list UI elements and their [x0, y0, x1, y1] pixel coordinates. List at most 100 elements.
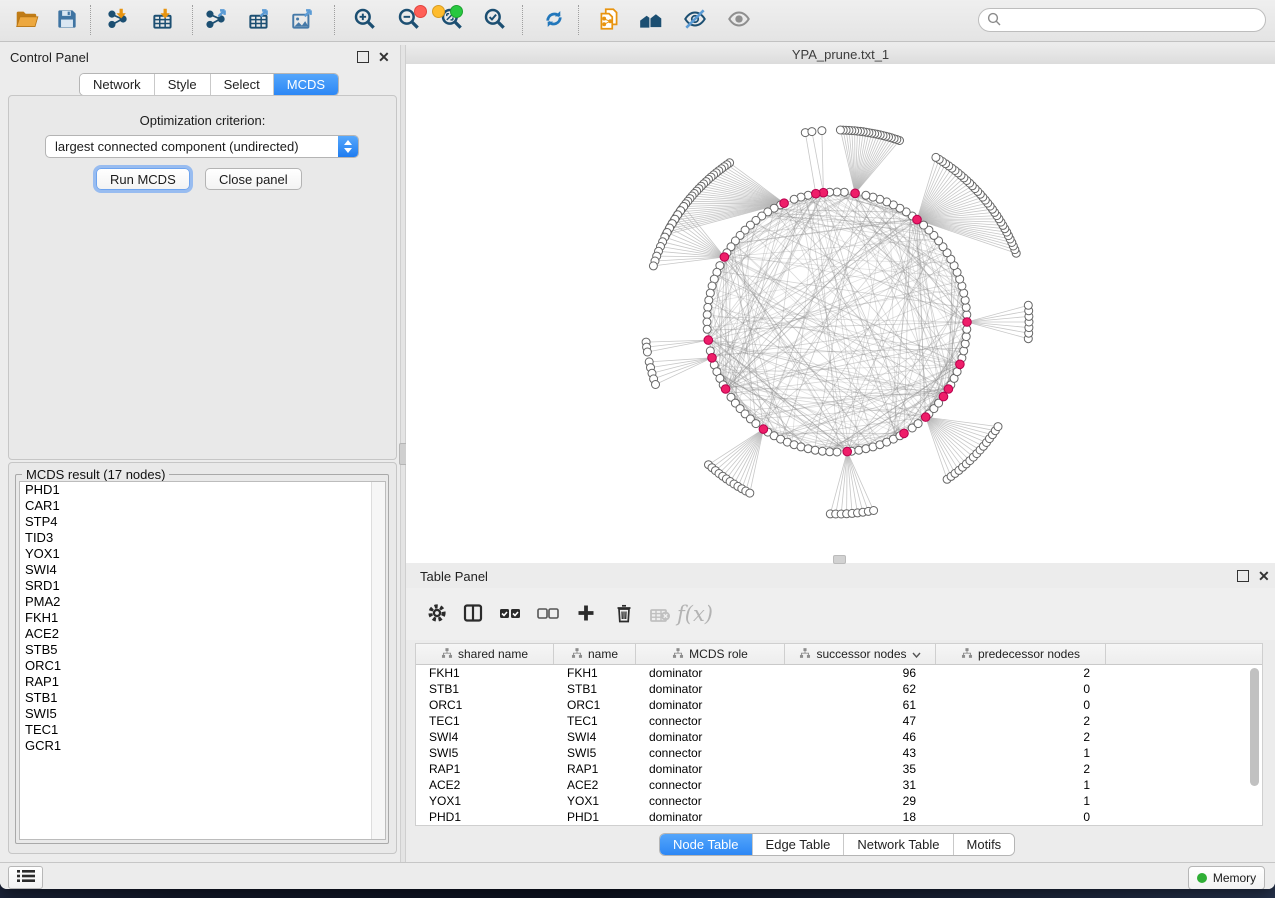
mcds-result-item[interactable]: STB5	[20, 642, 385, 658]
tab-select[interactable]: Select	[211, 74, 274, 95]
network-node[interactable]	[932, 153, 940, 161]
close-panel-button[interactable]: Close panel	[205, 168, 302, 190]
tab-node-table[interactable]: Node Table	[660, 834, 753, 855]
criterion-select[interactable]: largest connected component (undirected)	[45, 135, 359, 158]
mcds-node[interactable]	[780, 199, 789, 208]
search-input[interactable]	[1006, 12, 1265, 29]
mcds-result-item[interactable]: YOX1	[20, 546, 385, 562]
column-header-successor-nodes[interactable]: successor nodes	[785, 644, 936, 664]
network-node[interactable]	[1024, 301, 1032, 309]
network-node[interactable]	[703, 311, 711, 319]
mcds-result-item[interactable]: STB1	[20, 690, 385, 706]
close-panel-icon[interactable]: ✕	[378, 52, 390, 62]
network-node[interactable]	[914, 420, 922, 428]
tab-motifs[interactable]: Motifs	[954, 834, 1015, 855]
network-node[interactable]	[705, 296, 713, 304]
tab-style[interactable]: Style	[155, 74, 211, 95]
network-node[interactable]	[752, 420, 760, 428]
table-row[interactable]: STB1STB1dominator620	[416, 681, 1262, 697]
mcds-node[interactable]	[851, 189, 860, 198]
import-table-button[interactable]	[146, 5, 180, 35]
mcds-result-item[interactable]: SRD1	[20, 578, 385, 594]
network-node[interactable]	[818, 127, 826, 135]
window-zoom-icon[interactable]	[450, 5, 463, 18]
mcds-node[interactable]	[921, 413, 930, 422]
zoom-selected-button[interactable]	[478, 5, 512, 35]
add-row-button[interactable]	[571, 601, 601, 627]
mcds-result-item[interactable]: TID3	[20, 530, 385, 546]
import-network-button[interactable]	[102, 5, 136, 35]
window-minimize-icon[interactable]	[432, 5, 445, 18]
clone-network-button[interactable]	[592, 5, 626, 35]
close-table-panel-icon[interactable]: ✕	[1258, 571, 1270, 581]
network-node[interactable]	[652, 381, 660, 389]
network-node[interactable]	[826, 448, 834, 456]
mcds-node[interactable]	[956, 360, 965, 369]
table-row[interactable]: SWI5SWI5connector431	[416, 745, 1262, 761]
table-row[interactable]: ORC1ORC1dominator610	[416, 697, 1262, 713]
network-node[interactable]	[746, 489, 754, 497]
network-node[interactable]	[833, 448, 841, 456]
mcds-result-item[interactable]: TEC1	[20, 722, 385, 738]
table-row[interactable]: RAP1RAP1dominator352	[416, 761, 1262, 777]
mcds-result-item[interactable]: CAR1	[20, 498, 385, 514]
mcds-node[interactable]	[900, 429, 909, 438]
network-node[interactable]	[703, 325, 711, 333]
mcds-result-item[interactable]: GCR1	[20, 738, 385, 754]
hide-graphics-button[interactable]	[678, 5, 712, 35]
column-header-predecessor-nodes[interactable]: predecessor nodes	[936, 644, 1106, 664]
show-graphics-button[interactable]	[722, 5, 756, 35]
mcds-list-scrollbar[interactable]	[371, 482, 385, 839]
zoom-in-button[interactable]	[348, 5, 382, 35]
network-node[interactable]	[649, 262, 657, 270]
gear-button[interactable]	[422, 601, 452, 627]
mcds-result-item[interactable]: STP4	[20, 514, 385, 530]
mcds-node[interactable]	[721, 385, 730, 394]
network-node[interactable]	[840, 188, 848, 196]
mcds-result-item[interactable]: RAP1	[20, 674, 385, 690]
network-canvas[interactable]	[406, 64, 1275, 563]
table-row[interactable]: YOX1YOX1connector291	[416, 793, 1262, 809]
table-row[interactable]: PHD1PHD1dominator180	[416, 809, 1262, 825]
mcds-result-item[interactable]: SWI5	[20, 706, 385, 722]
table-row[interactable]: FKH1FKH1dominator962	[416, 665, 1262, 681]
mcds-node[interactable]	[963, 318, 972, 327]
memory-button[interactable]: Memory	[1188, 866, 1265, 889]
tab-edge-table[interactable]: Edge Table	[753, 834, 845, 855]
mcds-result-item[interactable]: ACE2	[20, 626, 385, 642]
mcds-node[interactable]	[843, 447, 852, 456]
network-hscroll-thumb[interactable]	[833, 555, 846, 564]
network-overview-button[interactable]	[634, 5, 668, 35]
export-image-button[interactable]	[286, 5, 320, 35]
mcds-result-item[interactable]: PMA2	[20, 594, 385, 610]
mcds-node[interactable]	[939, 392, 948, 401]
mcds-result-item[interactable]: FKH1	[20, 610, 385, 626]
network-node[interactable]	[790, 195, 798, 203]
column-header-shared-name[interactable]: shared name	[416, 644, 554, 664]
network-node[interactable]	[808, 128, 816, 136]
network-node[interactable]	[833, 188, 841, 196]
network-node[interactable]	[994, 423, 1002, 431]
export-network-button[interactable]	[200, 5, 234, 35]
columns-button[interactable]	[458, 601, 488, 627]
network-node[interactable]	[643, 348, 651, 356]
network-node[interactable]	[811, 446, 819, 454]
mcds-node[interactable]	[704, 336, 713, 345]
mcds-node[interactable]	[944, 385, 953, 394]
network-view[interactable]	[406, 64, 1275, 563]
tab-network[interactable]: Network	[80, 74, 155, 95]
export-table-button[interactable]	[242, 5, 276, 35]
network-node[interactable]	[862, 191, 870, 199]
network-node[interactable]	[836, 126, 844, 134]
mcds-node[interactable]	[913, 215, 922, 224]
mcds-result-item[interactable]: SWI4	[20, 562, 385, 578]
task-history-button[interactable]	[8, 866, 43, 889]
mcds-result-item[interactable]: PHD1	[20, 482, 385, 498]
window-close-icon[interactable]	[414, 5, 427, 18]
tab-mcds[interactable]: MCDS	[274, 74, 338, 95]
network-node[interactable]	[703, 318, 711, 326]
table-row[interactable]: TEC1TEC1connector472	[416, 713, 1262, 729]
tab-network-table[interactable]: Network Table	[844, 834, 953, 855]
column-header-name[interactable]: name	[554, 644, 636, 664]
network-node[interactable]	[962, 333, 970, 341]
